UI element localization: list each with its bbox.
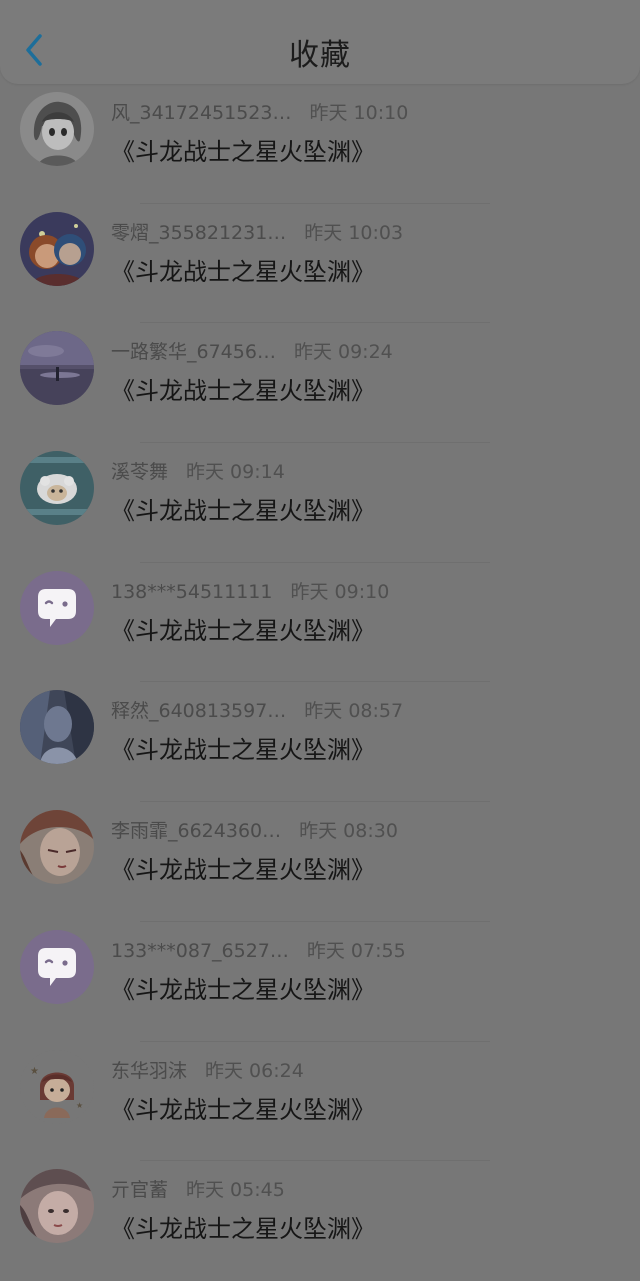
avatar[interactable] xyxy=(20,331,94,406)
list-item[interactable]: 风_34172451523… 昨天 10:10 《斗龙战士之星火坠渊》 xyxy=(0,84,640,204)
book-title[interactable]: 《斗龙战士之星火坠渊》 xyxy=(111,970,375,1005)
book-title[interactable]: 《斗龙战士之星火坠渊》 xyxy=(111,611,375,646)
book-title[interactable]: 《斗龙战士之星火坠渊》 xyxy=(111,371,375,406)
avatar[interactable] xyxy=(20,929,94,1004)
timestamp: 昨天 09:10 xyxy=(290,580,390,603)
avatar[interactable]: ★ ★ xyxy=(20,1049,94,1124)
username: 一路繁华_67456… xyxy=(111,341,276,364)
username: 138***54511111 xyxy=(111,580,273,603)
list-item[interactable]: 138***54511111 昨天 09:10 《斗龙战士之星火坠渊》 xyxy=(0,563,640,683)
username: 零熠_355821231… xyxy=(111,221,287,244)
avatar[interactable] xyxy=(20,211,94,286)
book-title[interactable]: 《斗龙战士之星火坠渊》 xyxy=(111,850,375,885)
timestamp: 昨天 10:10 xyxy=(309,102,409,124)
list-item[interactable]: 溪苓舞 昨天 09:14 《斗龙战士之星火坠渊》 xyxy=(0,443,640,563)
book-title[interactable]: 《斗龙战士之星火坠渊》 xyxy=(111,252,375,287)
timestamp: 昨天 06:24 xyxy=(205,1059,304,1082)
book-title[interactable]: 《斗龙战士之星火坠渊》 xyxy=(111,730,375,765)
timestamp: 昨天 09:14 xyxy=(186,461,285,484)
avatar[interactable] xyxy=(20,451,94,526)
book-title[interactable]: 《斗龙战士之星火坠渊》 xyxy=(111,132,375,167)
book-title[interactable]: 《斗龙战士之星火坠渊》 xyxy=(111,1090,375,1125)
svg-text:★: ★ xyxy=(76,1101,83,1110)
list-item[interactable]: 133***087_6527… 昨天 07:55 《斗龙战士之星火坠渊》 xyxy=(0,922,640,1042)
avatar[interactable] xyxy=(20,1169,94,1244)
timestamp: 昨天 05:45 xyxy=(186,1179,285,1202)
username: 133***087_6527… xyxy=(111,939,289,962)
username: 李雨霏_6624360… xyxy=(111,820,282,843)
list-item[interactable]: 一路繁华_67456… 昨天 09:24 《斗龙战士之星火坠渊》 xyxy=(0,323,640,444)
avatar[interactable] xyxy=(20,810,94,885)
book-title[interactable]: 《斗龙战士之星火坠渊》 xyxy=(111,1209,375,1244)
book-title[interactable]: 《斗龙战士之星火坠渊》 xyxy=(111,491,375,526)
list-item[interactable]: 亓官蓄 昨天 05:45 《斗龙战士之星火坠渊》 xyxy=(0,1161,640,1281)
list-item[interactable]: 释然_640813597… 昨天 08:57 《斗龙战士之星火坠渊》 xyxy=(0,682,640,803)
page-title: 收藏 xyxy=(289,38,351,73)
timestamp: 昨天 07:55 xyxy=(306,939,406,962)
timestamp: 昨天 08:57 xyxy=(304,700,404,723)
list-item[interactable]: ★ ★ 东华羽沫 昨天 06:24 《斗龙战士之星火坠渊》 xyxy=(0,1042,640,1162)
username: 溪苓舞 xyxy=(111,461,169,484)
list-item[interactable]: 李雨霏_6624360… 昨天 08:30 《斗龙战士之星火坠渊》 xyxy=(0,802,640,922)
nav-bar: 收藏 xyxy=(0,0,640,84)
username: 风_34172451523… xyxy=(111,102,292,124)
username: 亓官蓄 xyxy=(111,1179,169,1202)
username: 东华羽沫 xyxy=(111,1059,188,1082)
favorites-list: 风_34172451523… 昨天 10:10 《斗龙战士之星火坠渊》 零熠_35… xyxy=(0,84,640,1281)
timestamp: 昨天 08:30 xyxy=(299,820,398,843)
timestamp: 昨天 09:24 xyxy=(293,341,393,364)
svg-text:★: ★ xyxy=(30,1066,39,1077)
username: 释然_640813597… xyxy=(111,700,287,723)
avatar[interactable] xyxy=(20,570,94,645)
list-item[interactable]: 零熠_355821231… 昨天 10:03 《斗龙战士之星火坠渊》 xyxy=(0,204,640,324)
timestamp: 昨天 10:03 xyxy=(304,221,404,244)
avatar[interactable] xyxy=(20,92,94,166)
avatar[interactable] xyxy=(20,690,94,765)
